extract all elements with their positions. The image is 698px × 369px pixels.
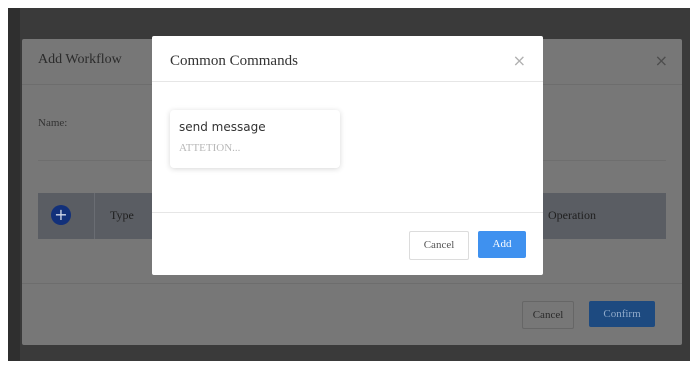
confirm-button[interactable]: Confirm: [589, 301, 655, 327]
operation-column-header: Operation: [548, 208, 596, 222]
column-divider: [94, 193, 95, 239]
cancel-button[interactable]: Cancel: [522, 301, 574, 329]
command-card[interactable]: send message ATTETION...: [170, 110, 340, 168]
type-column-header: Type: [110, 208, 134, 222]
close-icon[interactable]: ×: [655, 51, 668, 70]
command-subtitle: ATTETION...: [179, 142, 241, 154]
header-divider: [152, 81, 543, 82]
footer-divider: [22, 283, 682, 284]
add-step-icon[interactable]: +: [51, 205, 71, 225]
name-label: Name:: [38, 117, 68, 129]
footer-divider: [152, 212, 543, 213]
command-title: send message: [179, 120, 266, 134]
add-button[interactable]: Add: [478, 231, 526, 258]
close-icon[interactable]: ×: [513, 51, 526, 70]
screen-area: Add Workflow × Name: + Type Operation Ca…: [8, 8, 690, 361]
dialog-title: Add Workflow: [38, 52, 122, 67]
edge-strip: [8, 8, 20, 361]
cancel-button[interactable]: Cancel: [409, 231, 469, 260]
common-commands-dialog: Common Commands × send message ATTETION.…: [152, 36, 543, 275]
dialog-title: Common Commands: [170, 53, 298, 69]
